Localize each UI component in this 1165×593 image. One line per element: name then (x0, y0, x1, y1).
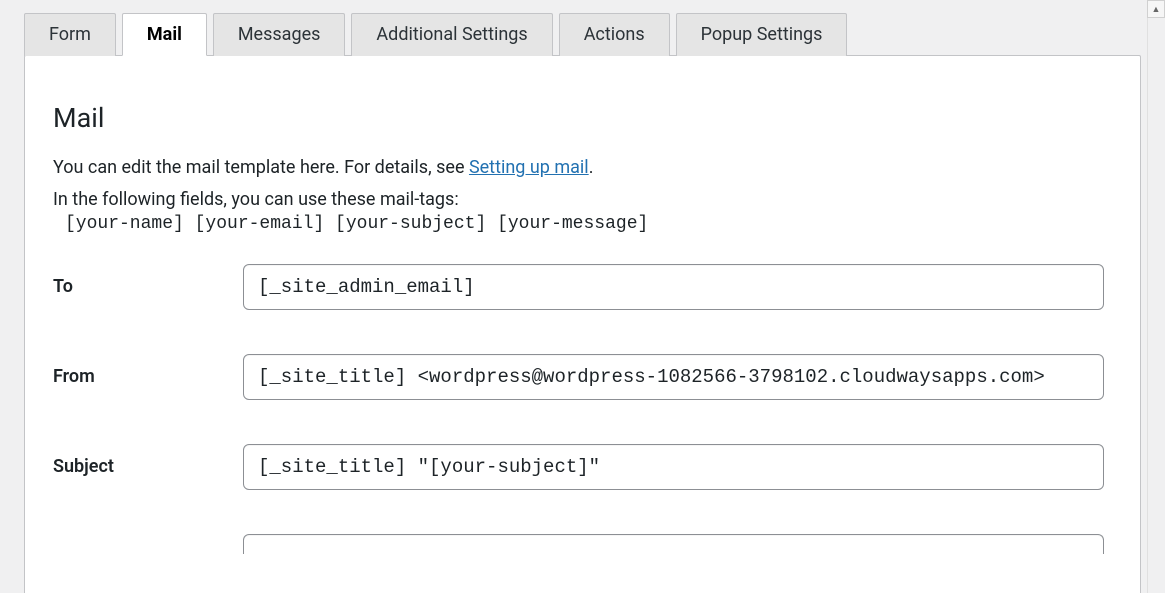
intro-suffix: . (589, 157, 594, 178)
mail-tags: [your-name] [your-email] [your-subject] … (65, 214, 1104, 234)
label-to: To (51, 276, 243, 297)
input-from[interactable] (243, 354, 1104, 400)
row-from: From (51, 354, 1104, 400)
label-from: From (51, 366, 243, 387)
intro-text: You can edit the mail template here. For… (53, 154, 1104, 183)
input-subject[interactable] (243, 444, 1104, 490)
intro-text-2: In the following fields, you can use the… (53, 189, 1104, 210)
setting-up-mail-link[interactable]: Setting up mail (469, 157, 589, 178)
input-next-partial[interactable] (243, 534, 1104, 554)
tab-actions[interactable]: Actions (559, 13, 670, 56)
section-title: Mail (53, 102, 1104, 134)
tab-additional-settings[interactable]: Additional Settings (351, 13, 552, 56)
row-next-partial (51, 534, 1104, 554)
scrollbar-track[interactable] (1147, 0, 1165, 593)
label-subject: Subject (51, 456, 243, 477)
tab-popup-settings[interactable]: Popup Settings (676, 13, 848, 56)
tab-row: Form Mail Messages Additional Settings A… (24, 12, 1155, 55)
tab-form[interactable]: Form (24, 13, 116, 56)
mail-panel: Mail You can edit the mail template here… (24, 55, 1141, 593)
content-wrap: Form Mail Messages Additional Settings A… (0, 12, 1165, 593)
row-subject: Subject (51, 444, 1104, 490)
tab-mail[interactable]: Mail (122, 13, 207, 56)
intro-prefix: You can edit the mail template here. For… (53, 157, 469, 178)
row-to: To (51, 264, 1104, 310)
input-to[interactable] (243, 264, 1104, 310)
tab-messages[interactable]: Messages (213, 13, 346, 56)
